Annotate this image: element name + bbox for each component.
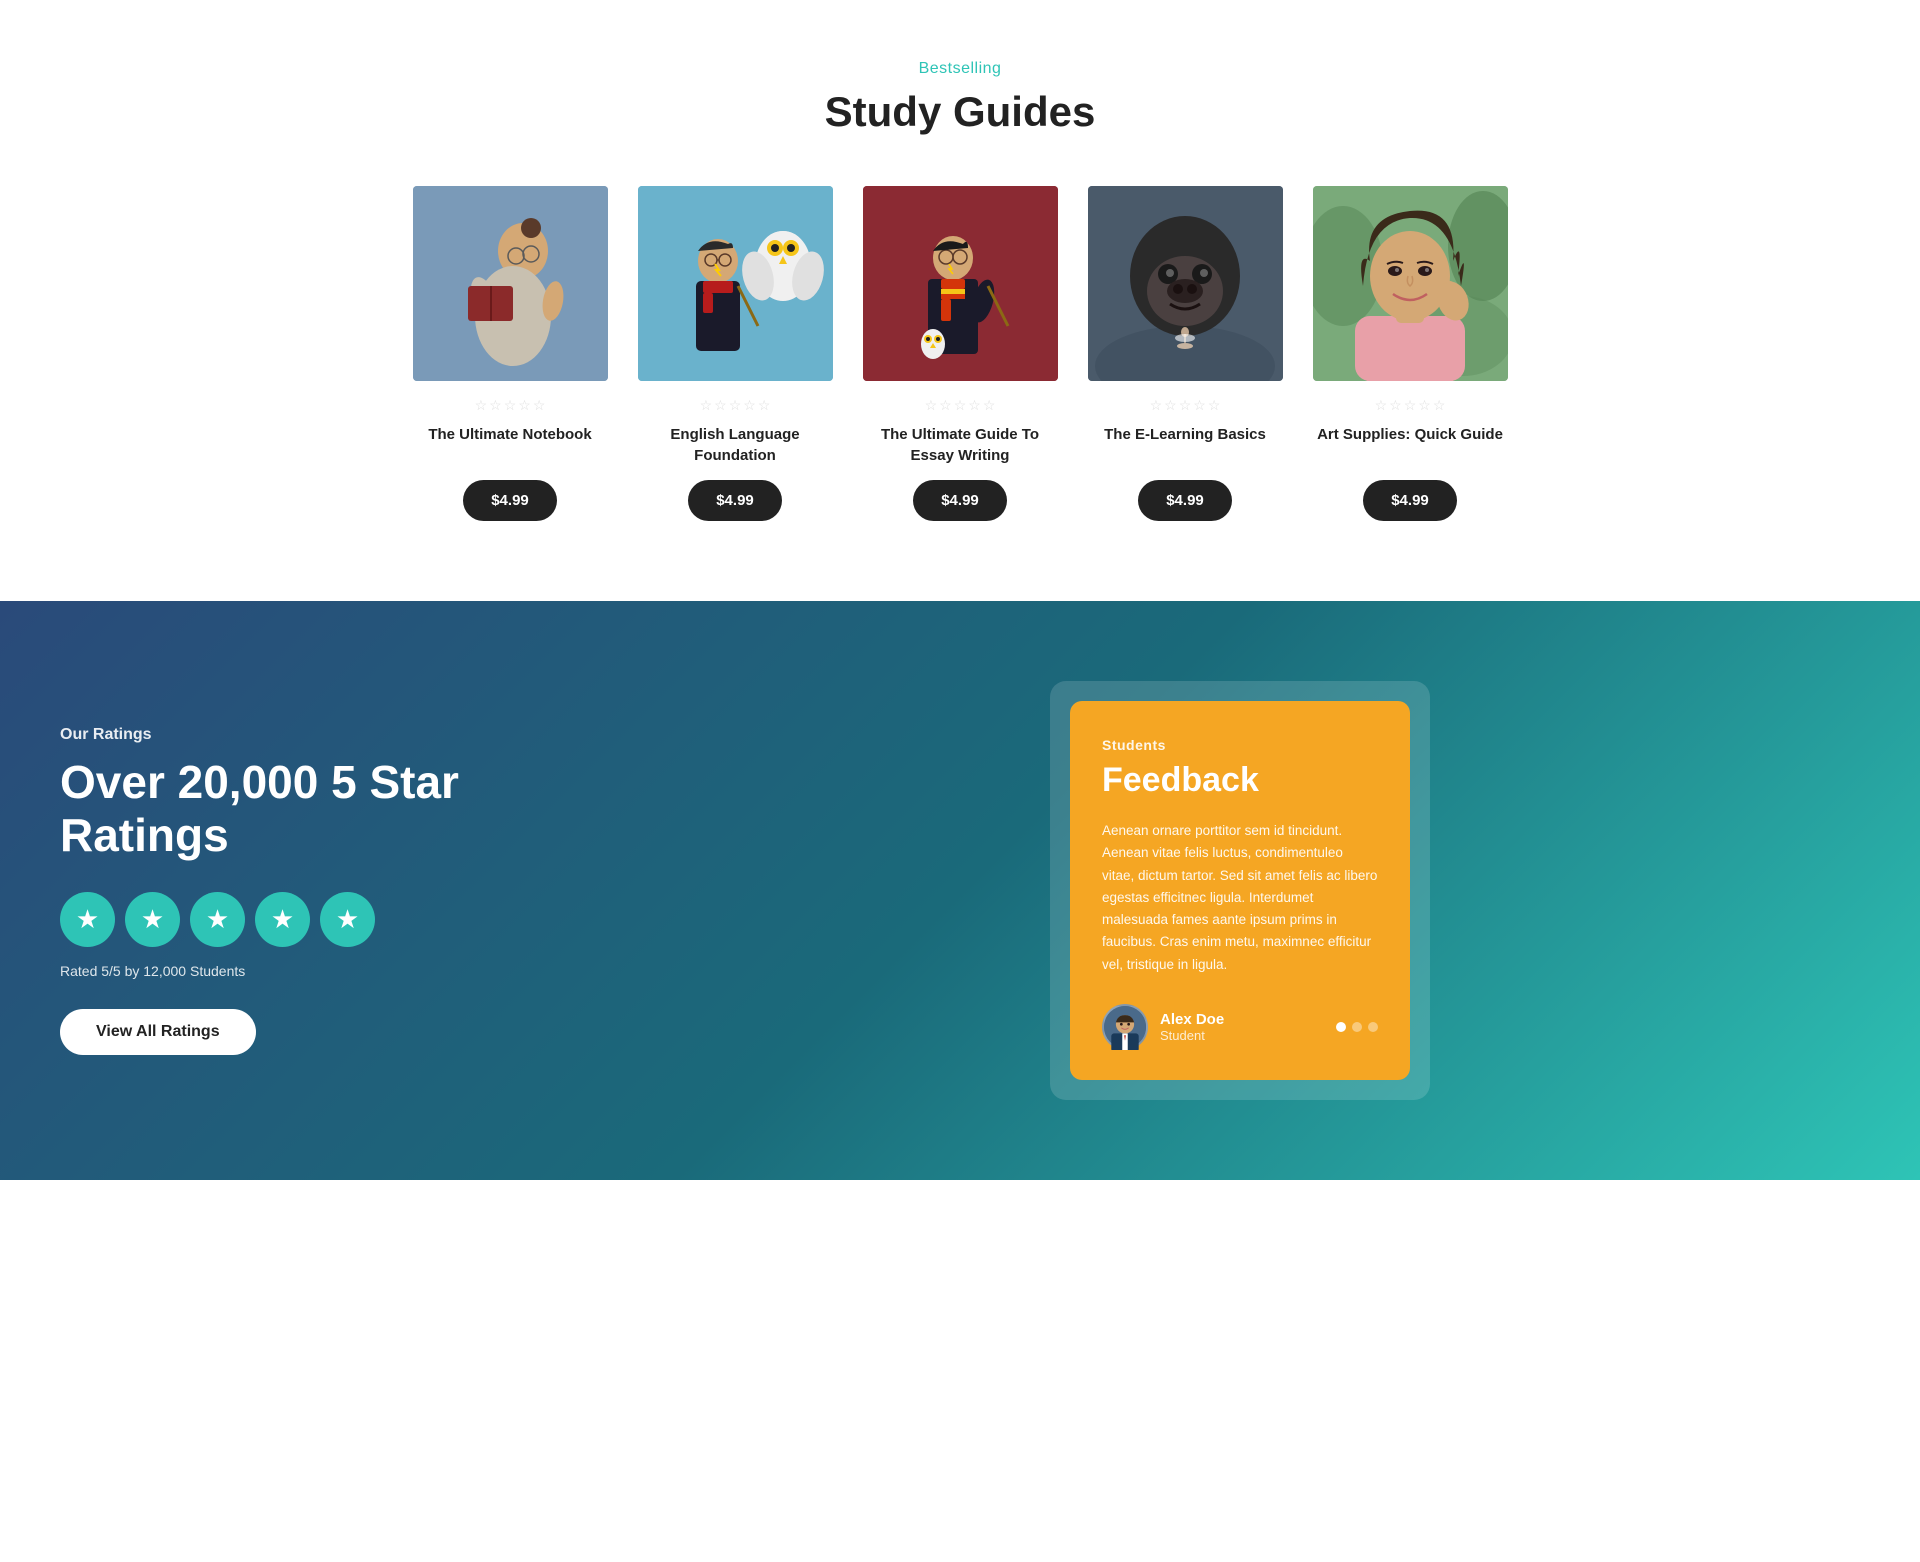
products-grid: ☆ ☆ ☆ ☆ ☆ The Ultimate Notebook $4.99 [360,186,1560,521]
big-star-1: ★ [60,892,115,947]
dot-3[interactable] [1368,1022,1378,1032]
dot-2[interactable] [1352,1022,1362,1032]
star-3-3: ☆ [954,397,967,414]
product-image-4 [1088,186,1283,381]
ratings-label: Our Ratings [60,726,560,744]
feedback-category: Students [1102,737,1378,753]
rated-text: Rated 5/5 by 12,000 Students [60,963,560,979]
star-2-1: ☆ [700,397,713,414]
product-card-4: ☆ ☆ ☆ ☆ ☆ The E-Learning Basics $4.99 [1088,186,1283,521]
product-image-5 [1313,186,1508,381]
study-guides-section: Bestselling Study Guides [0,0,1920,601]
reviewer-info: Alex Doe Student [1160,1011,1224,1043]
star-1-4: ☆ [518,397,531,414]
star-2-2: ☆ [714,397,727,414]
feedback-card: Students Feedback Aenean ornare porttito… [1070,701,1410,1080]
reviewer-role: Student [1160,1028,1224,1043]
product-name-5: Art Supplies: Quick Guide [1317,424,1503,466]
stars-4: ☆ ☆ ☆ ☆ ☆ [1150,397,1221,414]
star-5-1: ☆ [1375,397,1388,414]
big-star-4: ★ [255,892,310,947]
star-3-5: ☆ [983,397,996,414]
star-3-4: ☆ [968,397,981,414]
star-1-5: ☆ [533,397,546,414]
ratings-section: Our Ratings Over 20,000 5 Star Ratings ★… [0,601,1920,1180]
star-2-3: ☆ [729,397,742,414]
price-button-3[interactable]: $4.99 [913,480,1007,521]
product-image-2 [638,186,833,381]
star-4-2: ☆ [1164,397,1177,414]
section-label: Bestselling [20,60,1900,78]
feedback-card-outer: Students Feedback Aenean ornare porttito… [1050,681,1430,1100]
star-5-4: ☆ [1418,397,1431,414]
reviewer-name: Alex Doe [1160,1011,1224,1028]
product-card-1: ☆ ☆ ☆ ☆ ☆ The Ultimate Notebook $4.99 [413,186,608,521]
star-1-1: ☆ [475,397,488,414]
star-4-5: ☆ [1208,397,1221,414]
star-5-3: ☆ [1404,397,1417,414]
reviewer: Alex Doe Student [1102,1004,1224,1050]
avatar [1102,1004,1148,1050]
star-3-1: ☆ [925,397,938,414]
star-2-5: ☆ [758,397,771,414]
product-name-2: English Language Foundation [638,424,833,466]
star-2-4: ☆ [743,397,756,414]
star-4-3: ☆ [1179,397,1192,414]
price-button-1[interactable]: $4.99 [463,480,557,521]
product-card-3: ☆ ☆ ☆ ☆ ☆ The Ultimate Guide To Essay Wr… [863,186,1058,521]
product-image-1 [413,186,608,381]
product-card-5: ☆ ☆ ☆ ☆ ☆ Art Supplies: Quick Guide $4.9… [1313,186,1508,521]
dot-1[interactable] [1336,1022,1346,1032]
product-card-2: ☆ ☆ ☆ ☆ ☆ English Language Foundation $4… [638,186,833,521]
section-title: Study Guides [20,88,1900,136]
ratings-headline: Over 20,000 5 Star Ratings [60,756,560,862]
star-4-1: ☆ [1150,397,1163,414]
star-1-3: ☆ [504,397,517,414]
ratings-right: Students Feedback Aenean ornare porttito… [620,681,1860,1100]
feedback-footer: Alex Doe Student [1102,1004,1378,1050]
product-name-3: The Ultimate Guide To Essay Writing [863,424,1058,466]
stars-5: ☆ ☆ ☆ ☆ ☆ [1375,397,1446,414]
big-star-5: ★ [320,892,375,947]
pagination-dots [1336,1022,1378,1032]
big-star-3: ★ [190,892,245,947]
stars-row: ★ ★ ★ ★ ★ [60,892,560,947]
star-1-2: ☆ [489,397,502,414]
price-button-5[interactable]: $4.99 [1363,480,1457,521]
stars-1: ☆ ☆ ☆ ☆ ☆ [475,397,546,414]
ratings-left: Our Ratings Over 20,000 5 Star Ratings ★… [60,726,560,1055]
price-button-4[interactable]: $4.99 [1138,480,1232,521]
price-button-2[interactable]: $4.99 [688,480,782,521]
product-image-3 [863,186,1058,381]
view-all-ratings-button[interactable]: View All Ratings [60,1009,256,1055]
star-3-2: ☆ [939,397,952,414]
star-5-2: ☆ [1389,397,1402,414]
star-5-5: ☆ [1433,397,1446,414]
product-name-4: The E-Learning Basics [1104,424,1266,466]
stars-3: ☆ ☆ ☆ ☆ ☆ [925,397,996,414]
star-4-4: ☆ [1193,397,1206,414]
stars-2: ☆ ☆ ☆ ☆ ☆ [700,397,771,414]
feedback-title: Feedback [1102,761,1378,800]
feedback-text: Aenean ornare porttitor sem id tincidunt… [1102,820,1378,976]
product-name-1: The Ultimate Notebook [428,424,591,466]
big-star-2: ★ [125,892,180,947]
